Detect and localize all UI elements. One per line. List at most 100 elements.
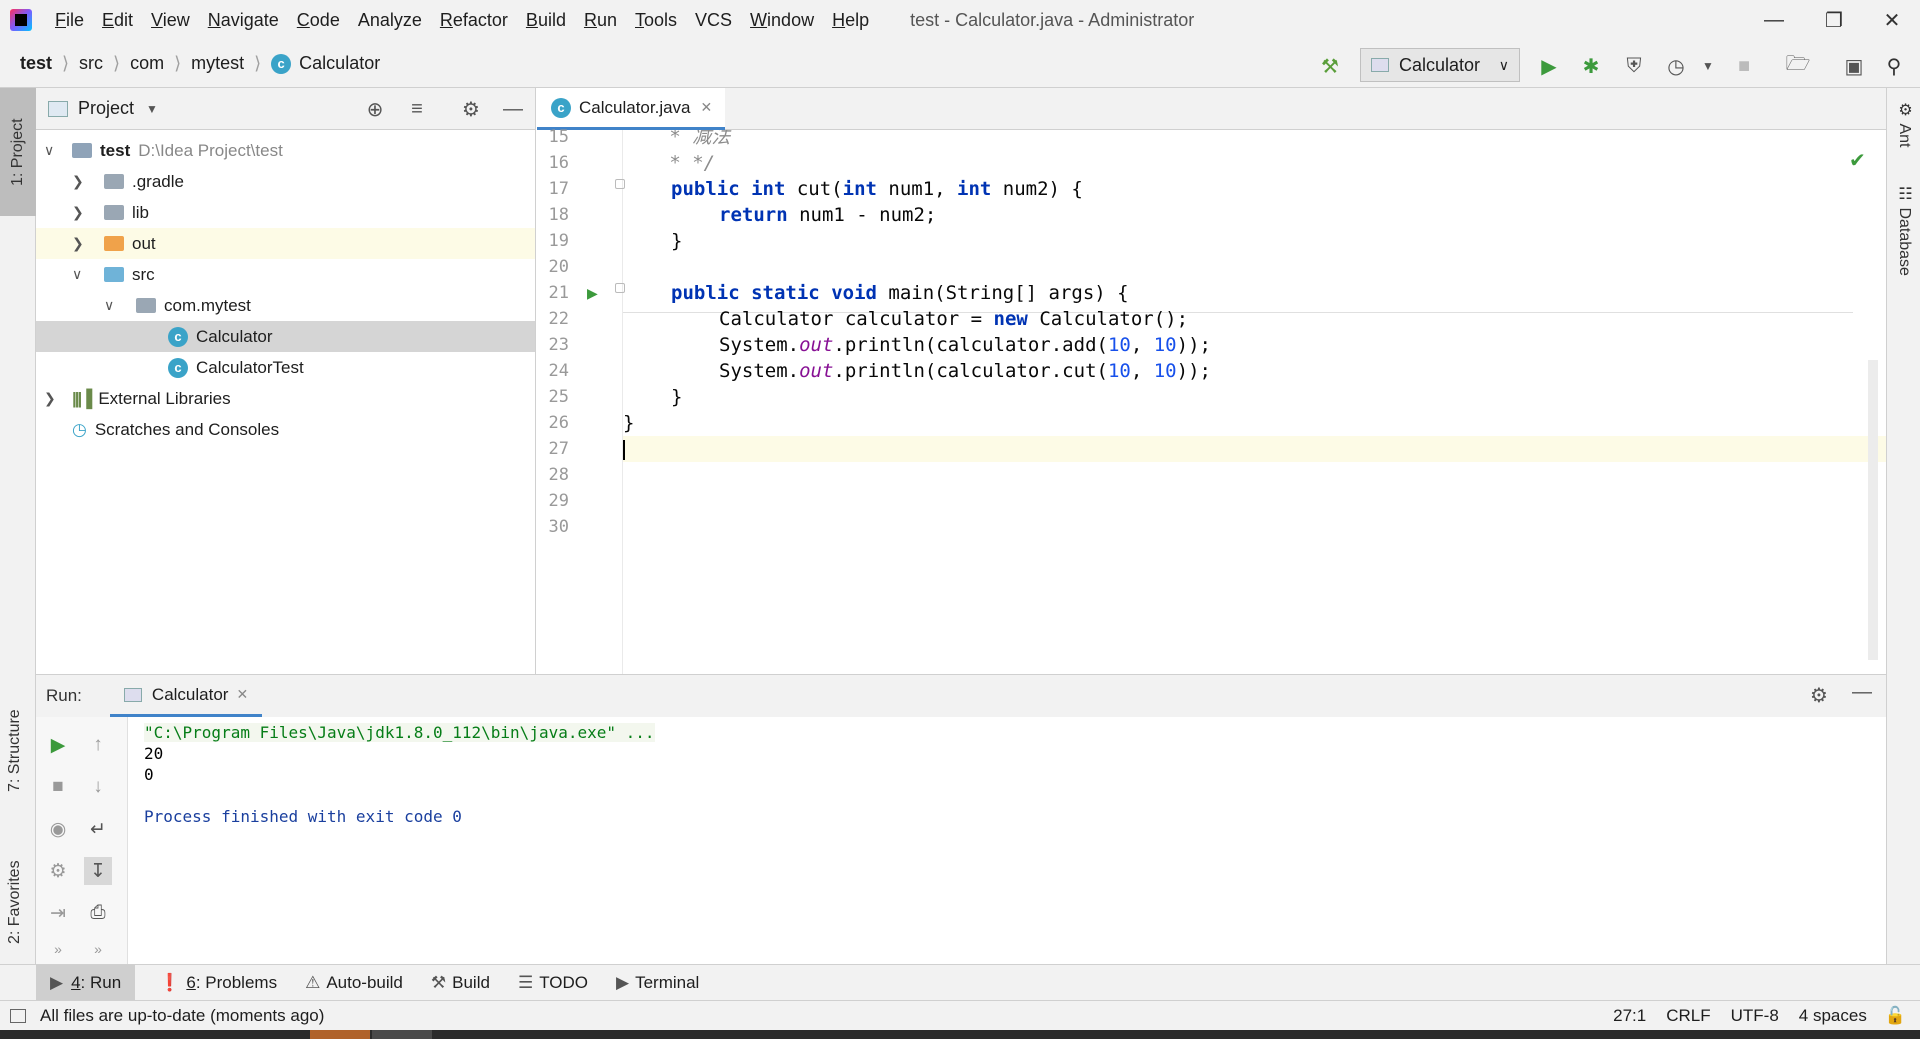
breadcrumb-separator: ⟩ — [62, 53, 70, 73]
project-structure-icon[interactable]: 🗁 — [1784, 52, 1812, 80]
caret-position[interactable]: 27:1 — [1613, 1006, 1646, 1026]
close-window-icon[interactable]: ✕ — [1864, 0, 1920, 40]
gear-icon[interactable]: ⚙ — [1810, 683, 1828, 708]
status-toggle-icon[interactable] — [10, 1008, 26, 1023]
tool-tab-database[interactable]: ☷ Database — [1895, 184, 1914, 276]
rerun-icon[interactable]: ▶ — [44, 731, 72, 759]
locate-icon[interactable]: ⊕ — [362, 96, 388, 122]
search-icon[interactable]: ⚲ — [1880, 52, 1908, 80]
close-tab-icon[interactable]: ✕ — [236, 686, 248, 703]
breadcrumb-test[interactable]: test — [14, 40, 58, 88]
down-arrow-icon[interactable]: ↓ — [84, 773, 112, 801]
menu-run[interactable]: Run — [575, 0, 626, 40]
run-icon[interactable]: ▶ — [1535, 52, 1563, 80]
tool-tab-terminal[interactable]: ▶ Terminal — [602, 965, 713, 1001]
code-area[interactable]: * 减法 * */ public int cut(int num1, int n… — [623, 130, 1886, 674]
tree-item-calculator[interactable]: c Calculator — [36, 321, 535, 352]
inspection-ok-icon[interactable]: ✔ — [1849, 148, 1866, 173]
tool-tab-favorites[interactable]: 2: Favorites — [6, 832, 24, 944]
project-view-select[interactable]: Project — [78, 98, 134, 119]
run-configuration-select[interactable]: Calculator ∨ — [1360, 48, 1520, 82]
menu-code[interactable]: Code — [288, 0, 349, 40]
menu-analyze[interactable]: Analyze — [349, 0, 431, 40]
tool-tab-structure[interactable]: 7: Structure — [6, 684, 24, 792]
import-icon[interactable]: ⇥ — [44, 899, 72, 927]
tool-tab-todo[interactable]: ☰ TODO — [504, 965, 602, 1001]
console-output[interactable]: "C:\Program Files\Java\jdk1.8.0_112\bin\… — [128, 717, 1886, 965]
tree-item-package[interactable]: ∨ com.mytest — [36, 290, 535, 321]
taskbar-item[interactable] — [310, 1030, 370, 1039]
menu-window[interactable]: Window — [741, 0, 823, 40]
class-icon: c — [168, 357, 188, 378]
editor-scrollbar[interactable] — [1868, 360, 1878, 660]
tool-tab-project[interactable]: 1: Project — [0, 88, 36, 216]
settings-icon[interactable]: ⚙ — [44, 857, 72, 885]
breadcrumb-mytest[interactable]: mytest — [185, 40, 250, 88]
taskbar-item[interactable] — [372, 1030, 432, 1039]
breadcrumb-src[interactable]: src — [73, 40, 109, 88]
menu-tools[interactable]: Tools — [626, 0, 686, 40]
run-gutter-icon[interactable]: ▶ — [587, 280, 598, 306]
chevron-down-icon[interactable]: ∨ — [72, 266, 82, 283]
menu-edit[interactable]: Edit — [93, 0, 142, 40]
tool-tab-run[interactable]: ▶ 4: Run — [36, 964, 136, 1001]
chevron-down-icon[interactable]: ▼ — [1694, 52, 1722, 80]
chevron-right-icon[interactable]: ❯ — [72, 235, 84, 252]
profile-icon[interactable]: ◷ — [1662, 52, 1690, 80]
menu-refactor[interactable]: Refactor — [431, 0, 517, 40]
hide-panel-icon[interactable]: — — [1852, 681, 1872, 704]
presentation-icon[interactable]: ▣ — [1840, 52, 1868, 80]
chevron-down-icon[interactable]: ∨ — [44, 142, 54, 159]
tree-item-src[interactable]: ∨ src — [36, 259, 535, 290]
more-icon[interactable]: » — [44, 935, 72, 963]
chevron-right-icon[interactable]: ❯ — [44, 390, 56, 407]
print-icon[interactable]: ⎙ — [84, 899, 112, 927]
tool-tab-auto-build[interactable]: ⚠ Auto-build — [291, 965, 417, 1001]
menu-build[interactable]: Build — [517, 0, 575, 40]
chevron-right-icon[interactable]: ❯ — [72, 204, 84, 221]
tree-item-gradle[interactable]: ❯ .gradle — [36, 166, 535, 197]
more-icon[interactable]: » — [84, 935, 112, 963]
run-config-icon — [123, 687, 142, 702]
chevron-down-icon[interactable]: ▼ — [146, 102, 158, 116]
minimize-icon[interactable]: — — [1746, 0, 1802, 40]
status-message[interactable]: All files are up-to-date (moments ago) — [40, 1006, 324, 1026]
close-tab-icon[interactable]: ✕ — [701, 99, 713, 116]
collapse-all-icon[interactable]: ≡ — [404, 96, 430, 122]
up-arrow-icon[interactable]: ↑ — [84, 731, 112, 759]
menu-help[interactable]: Help — [823, 0, 878, 40]
tree-item-lib[interactable]: ❯ lib — [36, 197, 535, 228]
tool-tab-ant[interactable]: ⚙ Ant — [1895, 100, 1914, 147]
tree-item-external-libraries[interactable]: ❯ |||▐ External Libraries — [36, 383, 535, 414]
tool-tab-build[interactable]: ⚒ Build — [417, 965, 504, 1001]
gear-icon[interactable]: ⚙ — [458, 96, 484, 122]
stop-icon[interactable]: ■ — [1730, 52, 1758, 80]
menu-vcs[interactable]: VCS — [686, 0, 741, 40]
build-hammer-icon[interactable]: ⚒ — [1316, 52, 1344, 80]
tree-item-scratches[interactable]: ◷ Scratches and Consoles — [36, 414, 535, 445]
coverage-icon[interactable]: ⛨ — [1620, 52, 1648, 80]
indent-setting[interactable]: 4 spaces — [1799, 1006, 1867, 1026]
line-separator[interactable]: CRLF — [1666, 1006, 1710, 1026]
menu-navigate[interactable]: Navigate — [199, 0, 288, 40]
hide-panel-icon[interactable]: — — [500, 96, 526, 122]
tree-item-out[interactable]: ❯ out — [36, 228, 535, 259]
breadcrumb-calculator[interactable]: c Calculator — [265, 40, 386, 88]
tree-item-test-root[interactable]: ∨ test D:\Idea Project\test — [36, 135, 535, 166]
scroll-to-end-icon[interactable]: ↧ — [84, 857, 112, 885]
soft-wrap-icon[interactable]: ↵ — [84, 815, 112, 843]
menu-view[interactable]: View — [142, 0, 199, 40]
stop-icon[interactable]: ■ — [44, 773, 72, 801]
run-tab-calculator[interactable]: Calculator ✕ — [109, 675, 263, 717]
breadcrumb-com[interactable]: com — [124, 40, 170, 88]
camera-icon[interactable]: ◉ — [44, 815, 72, 843]
menu-file[interactable]: File — [46, 0, 93, 40]
tree-item-calculatortest[interactable]: c CalculatorTest — [36, 352, 535, 383]
restore-icon[interactable]: ❐ — [1806, 0, 1862, 40]
lock-icon[interactable]: 🔓 — [1885, 1006, 1906, 1026]
chevron-down-icon[interactable]: ∨ — [104, 297, 114, 314]
tool-tab-problems[interactable]: ❗ 6: Problems — [145, 965, 291, 1001]
file-encoding[interactable]: UTF-8 — [1731, 1006, 1779, 1026]
chevron-right-icon[interactable]: ❯ — [72, 173, 84, 190]
debug-bug-icon[interactable]: ✱ — [1577, 52, 1605, 80]
